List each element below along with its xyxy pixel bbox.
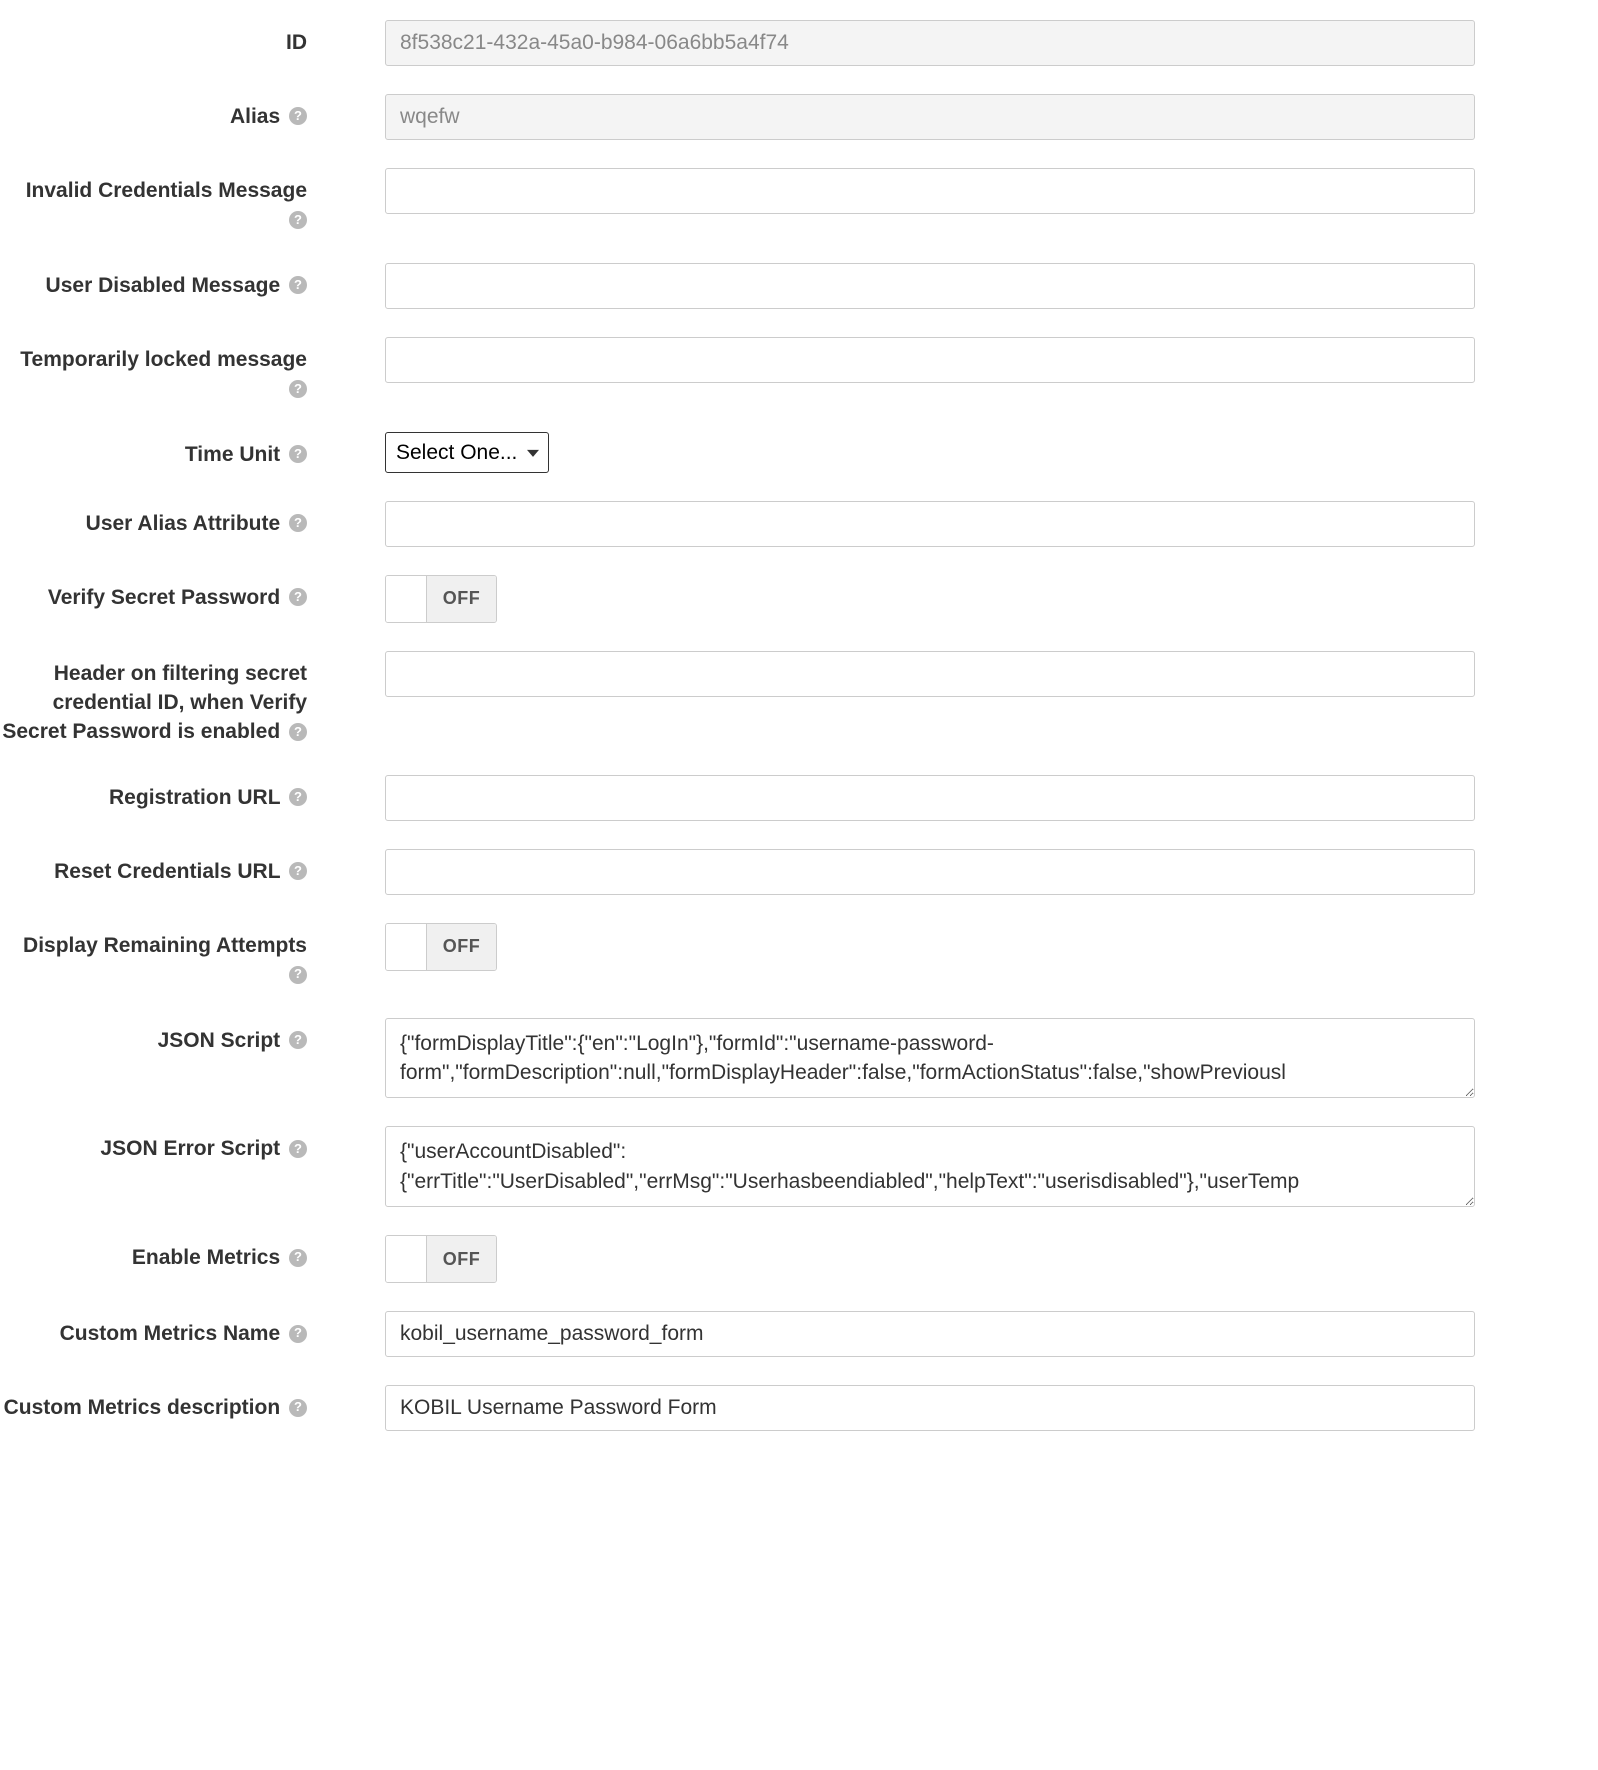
temporarily-locked-input[interactable]	[385, 337, 1475, 383]
help-icon[interactable]: ?	[289, 723, 307, 741]
invalid-credentials-input[interactable]	[385, 168, 1475, 214]
registration-url-input[interactable]	[385, 775, 1475, 821]
enable-metrics-toggle[interactable]: OFF	[385, 1235, 497, 1283]
user-disabled-label: User Disabled Message ?	[0, 263, 315, 300]
json-error-script-label: JSON Error Script ?	[0, 1126, 315, 1163]
toggle-state-label: OFF	[426, 576, 496, 622]
user-disabled-input[interactable]	[385, 263, 1475, 309]
help-icon[interactable]: ?	[289, 107, 307, 125]
help-icon[interactable]: ?	[289, 211, 307, 229]
toggle-state-label: OFF	[426, 924, 496, 970]
help-icon[interactable]: ?	[289, 445, 307, 463]
json-script-textarea[interactable]	[385, 1018, 1475, 1099]
time-unit-label: Time Unit ?	[0, 432, 315, 469]
user-alias-attribute-input[interactable]	[385, 501, 1475, 547]
toggle-state-label: OFF	[426, 1236, 496, 1282]
id-label: ID	[0, 20, 315, 57]
verify-secret-password-label: Verify Secret Password ?	[0, 575, 315, 612]
help-icon[interactable]: ?	[289, 380, 307, 398]
help-icon[interactable]: ?	[289, 514, 307, 532]
invalid-credentials-label: Invalid Credentials Message ?	[0, 168, 315, 235]
json-script-label: JSON Script ?	[0, 1018, 315, 1055]
user-alias-attribute-label: User Alias Attribute ?	[0, 501, 315, 538]
help-icon[interactable]: ?	[289, 588, 307, 606]
display-remaining-attempts-label: Display Remaining Attempts ?	[0, 923, 315, 990]
id-input	[385, 20, 1475, 66]
header-secret-credential-input[interactable]	[385, 651, 1475, 697]
custom-metrics-description-input[interactable]	[385, 1385, 1475, 1431]
display-remaining-attempts-toggle[interactable]: OFF	[385, 923, 497, 971]
temporarily-locked-label: Temporarily locked message ?	[0, 337, 315, 404]
help-icon[interactable]: ?	[289, 966, 307, 984]
alias-input	[385, 94, 1475, 140]
time-unit-select[interactable]: Select One...	[385, 432, 549, 473]
custom-metrics-name-input[interactable]	[385, 1311, 1475, 1357]
alias-label: Alias ?	[0, 94, 315, 131]
custom-metrics-name-label: Custom Metrics Name ?	[0, 1311, 315, 1348]
help-icon[interactable]: ?	[289, 1140, 307, 1158]
reset-credentials-url-input[interactable]	[385, 849, 1475, 895]
reset-credentials-url-label: Reset Credentials URL ?	[0, 849, 315, 886]
custom-metrics-description-label: Custom Metrics description ?	[0, 1385, 315, 1422]
toggle-handle	[386, 576, 426, 622]
help-icon[interactable]: ?	[289, 1031, 307, 1049]
help-icon[interactable]: ?	[289, 276, 307, 294]
help-icon[interactable]: ?	[289, 1325, 307, 1343]
header-secret-credential-label: Header on filtering secret credential ID…	[0, 651, 315, 747]
help-icon[interactable]: ?	[289, 862, 307, 880]
verify-secret-password-toggle[interactable]: OFF	[385, 575, 497, 623]
help-icon[interactable]: ?	[289, 1399, 307, 1417]
json-error-script-textarea[interactable]	[385, 1126, 1475, 1207]
registration-url-label: Registration URL ?	[0, 775, 315, 812]
toggle-handle	[386, 1236, 426, 1282]
help-icon[interactable]: ?	[289, 788, 307, 806]
help-icon[interactable]: ?	[289, 1249, 307, 1267]
toggle-handle	[386, 924, 426, 970]
enable-metrics-label: Enable Metrics ?	[0, 1235, 315, 1272]
